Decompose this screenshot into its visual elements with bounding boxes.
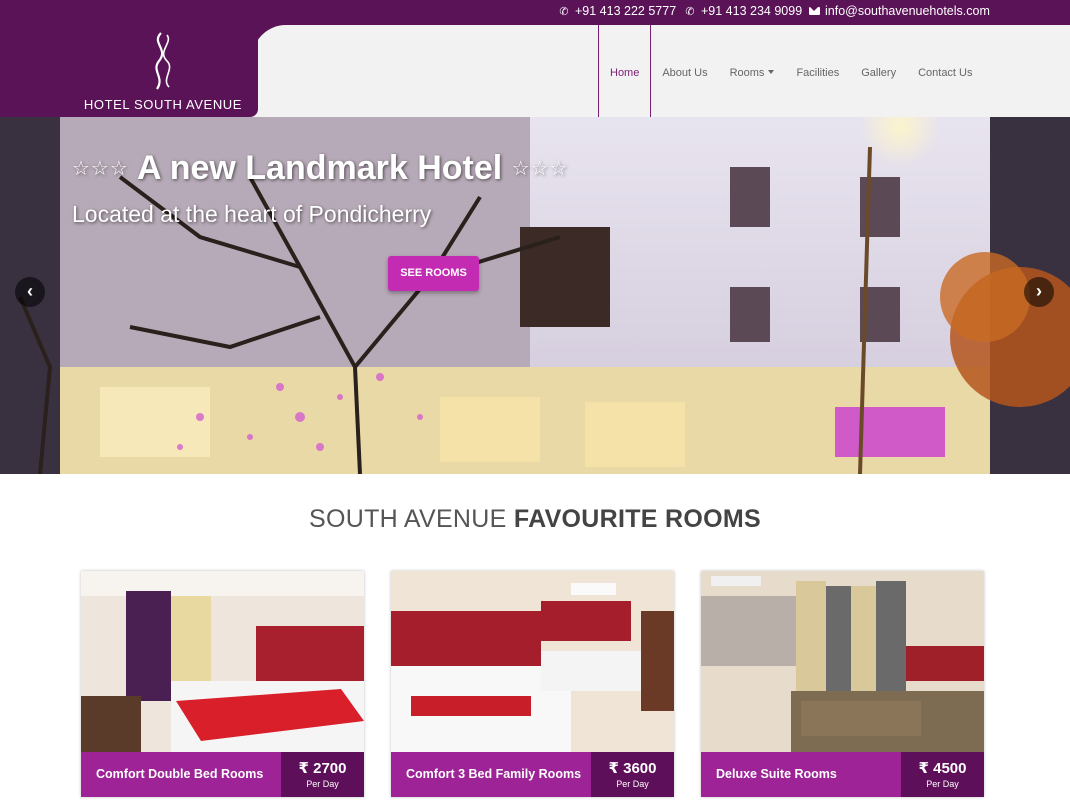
phone-icon: ✆ — [685, 6, 695, 18]
phone-number-1: +91 413 222 5777 — [575, 4, 677, 18]
hero-subtitle: Located at the heart of Pondicherry — [72, 201, 432, 227]
section-title: SOUTH AVENUE FAVOURITE ROOMS — [0, 505, 1070, 534]
price-amount: ₹ 4500 — [918, 760, 967, 777]
main-nav: Home About Us Rooms Facilities Gallery C… — [598, 25, 984, 117]
room-photo[interactable] — [701, 571, 984, 752]
caret-down-icon — [768, 70, 775, 74]
nav-rooms[interactable]: Rooms — [719, 25, 786, 117]
price-period: Per Day — [926, 779, 959, 789]
room-photo[interactable] — [391, 571, 674, 752]
room-card[interactable]: Comfort 3 Bed Family Rooms ₹ 3600 Per Da… — [391, 571, 674, 797]
stars-left: ☆☆☆ — [72, 158, 129, 180]
phone-icon: ✆ — [559, 6, 569, 18]
room-photo[interactable] — [81, 571, 364, 752]
stars-right: ☆☆☆ — [511, 158, 569, 180]
nav-facilities[interactable]: Facilities — [785, 25, 850, 117]
slider-next-button[interactable]: › — [1024, 277, 1054, 307]
room-price: ₹ 2700 Per Day — [281, 752, 364, 797]
room-card[interactable]: Comfort Double Bed Rooms ₹ 2700 Per Day — [81, 571, 364, 797]
room-name[interactable]: Deluxe Suite Rooms — [716, 752, 837, 797]
slider-prev-button[interactable]: ‹ — [15, 277, 45, 307]
nav-about-us[interactable]: About Us — [651, 25, 718, 117]
nav-home[interactable]: Home — [598, 25, 652, 117]
price-amount: ₹ 2700 — [298, 760, 347, 777]
top-contact-bar: ✆ +91 413 222 5777 ✆ +91 413 234 9099 info… — [0, 0, 1070, 25]
room-name[interactable]: Comfort Double Bed Rooms — [96, 752, 263, 797]
nav-rooms-label: Rooms — [729, 67, 765, 79]
section-title-light: SOUTH AVENUE — [309, 505, 514, 533]
phone-number-2: +91 413 234 9099 — [701, 4, 803, 18]
room-info-bar: Comfort Double Bed Rooms ₹ 2700 Per Day — [81, 752, 364, 797]
section-title-bold: FAVOURITE ROOMS — [513, 505, 761, 533]
chevron-right-icon: › — [1036, 281, 1042, 301]
phone-contact-2[interactable]: ✆ +91 413 234 9099 — [683, 0, 802, 25]
see-rooms-button[interactable]: SEE ROOMS — [388, 256, 479, 291]
site-header: HOTEL SOUTH AVENUE Home About Us Rooms F… — [0, 25, 1070, 117]
chevron-left-icon: ‹ — [27, 281, 33, 301]
hero-title-text: A new Landmark Hotel — [136, 149, 503, 187]
price-period: Per Day — [616, 779, 649, 789]
nav-contact-us[interactable]: Contact Us — [907, 25, 983, 117]
brand-name: HOTEL SOUTH AVENUE — [83, 97, 243, 112]
envelope-icon — [809, 7, 820, 15]
price-amount: ₹ 3600 — [608, 760, 657, 777]
room-card[interactable]: Deluxe Suite Rooms ₹ 4500 Per Day — [701, 571, 984, 797]
email-address: info@southavenuehotels.com — [825, 4, 990, 18]
room-price: ₹ 4500 Per Day — [901, 752, 984, 797]
price-period: Per Day — [306, 779, 339, 789]
room-price: ₹ 3600 Per Day — [591, 752, 674, 797]
room-name[interactable]: Comfort 3 Bed Family Rooms — [406, 752, 581, 797]
room-info-bar: Comfort 3 Bed Family Rooms ₹ 3600 Per Da… — [391, 752, 674, 797]
hero-slider: ☆☆☆ A new Landmark Hotel ☆☆☆ Located at … — [0, 117, 1070, 474]
phone-contact-1[interactable]: ✆ +91 413 222 5777 — [557, 0, 676, 25]
nav-gallery[interactable]: Gallery — [850, 25, 907, 117]
hotel-logo-icon — [155, 32, 171, 90]
room-info-bar: Deluxe Suite Rooms ₹ 4500 Per Day — [701, 752, 984, 797]
hero-title: ☆☆☆ A new Landmark Hotel ☆☆☆ — [72, 149, 569, 188]
email-contact[interactable]: info@southavenuehotels.com — [809, 0, 990, 25]
